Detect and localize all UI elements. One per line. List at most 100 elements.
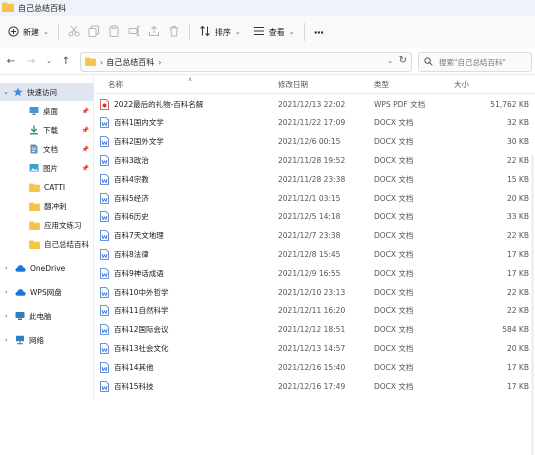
file-type: DOCX 文档: [374, 231, 414, 241]
copy-button[interactable]: [84, 20, 104, 44]
rename-button[interactable]: [124, 20, 144, 44]
file-row[interactable]: 百科4宗教 2021/11/28 23:38 DOCX 文档 15 KB: [94, 170, 535, 188]
pin-icon: 📌: [81, 145, 89, 153]
scissors-icon: [68, 25, 80, 39]
folder-icon: [29, 182, 40, 192]
sidebar-item[interactable]: 应用文练习: [0, 216, 93, 234]
chevron-right-icon[interactable]: ›: [5, 288, 13, 296]
sidebar-item-label: 桌面: [43, 106, 58, 116]
view-button[interactable]: 查看 ⌄: [249, 20, 299, 44]
file-row[interactable]: 百科10中外哲学 2021/12/10 23:13 DOCX 文档 22 KB: [94, 283, 535, 301]
file-size: 51,762 KB: [490, 99, 529, 109]
cloud-icon: [15, 264, 26, 273]
sidebar-item[interactable]: › WPS网盘: [0, 283, 93, 301]
file-row[interactable]: 百科12国际会议 2021/12/12 18:51 DOCX 文档 584 KB: [94, 321, 535, 339]
sort-button[interactable]: 排序 ⌄: [195, 20, 245, 44]
file-row[interactable]: 百科5经济 2021/12/1 03:15 DOCX 文档 20 KB: [94, 189, 535, 207]
file-row[interactable]: 百科15科技 2021/12/16 17:49 DOCX 文档 17 KB: [94, 377, 535, 395]
sidebar-item[interactable]: › 此电脑: [0, 307, 93, 325]
network-icon: [15, 335, 25, 345]
file-row[interactable]: 百科3政治 2021/11/28 19:52 DOCX 文档 22 KB: [94, 151, 535, 169]
file-row[interactable]: 百科11自然科学 2021/12/11 16:20 DOCX 文档 22 KB: [94, 302, 535, 320]
paste-button[interactable]: [104, 20, 124, 44]
more-icon: ···: [313, 25, 325, 39]
sidebar-item[interactable]: › OneDrive: [0, 259, 93, 277]
sidebar-item[interactable]: 翻冲刺: [0, 197, 93, 215]
folder-icon: [2, 2, 14, 14]
sidebar-item[interactable]: 自己总结百科: [0, 235, 93, 253]
column-header-name[interactable]: 名称: [108, 75, 123, 93]
divider: [303, 23, 305, 41]
file-name-cell: 百科9神话成语: [100, 264, 164, 282]
column-header-date[interactable]: 修改日期: [278, 75, 308, 93]
file-name: 百科7天文地理: [114, 231, 164, 241]
back-button[interactable]: ←: [4, 54, 18, 68]
chevron-right-icon[interactable]: ›: [5, 312, 13, 320]
sidebar-item[interactable]: CATTI: [0, 178, 93, 196]
file-size: 32 KB: [507, 118, 529, 128]
search-box[interactable]: [418, 52, 532, 72]
up-button[interactable]: ↑: [59, 54, 73, 68]
file-row[interactable]: 百科13社会文化 2021/12/13 14:57 DOCX 文档 20 KB: [94, 339, 535, 357]
chevron-down-icon: ⌄: [43, 28, 49, 36]
cut-button[interactable]: [64, 20, 84, 44]
star-icon: [13, 87, 23, 97]
file-type: DOCX 文档: [374, 212, 414, 222]
file-type: DOCX 文档: [374, 155, 414, 165]
sidebar-item[interactable]: 文档 📌: [0, 140, 93, 158]
file-size: 20 KB: [507, 343, 529, 353]
breadcrumb[interactable]: 自己总结百科: [106, 57, 154, 68]
chevron-down-icon[interactable]: ⌄: [3, 88, 11, 96]
folder-icon: [29, 201, 40, 211]
sidebar-item-label: 文档: [43, 144, 58, 154]
search-input[interactable]: [437, 56, 531, 68]
file-name: 百科14其他: [114, 362, 154, 372]
file-row[interactable]: 百科2国外文学 2021/12/6 00:15 DOCX 文档 30 KB: [94, 133, 535, 151]
divider: [188, 23, 190, 41]
docx-icon: [100, 192, 109, 204]
file-row[interactable]: 百科1国内文学 2021/11/22 17:09 DOCX 文档 32 KB: [94, 114, 535, 132]
chevron-down-icon: ⌄: [288, 28, 295, 36]
file-row[interactable]: 百科14其他 2021/12/16 15:40 DOCX 文档 17 KB: [94, 358, 535, 376]
refresh-icon[interactable]: ↻: [399, 55, 407, 66]
file-row[interactable]: 2022最后的礼物-百科名解 2021/12/13 22:02 WPS PDF 文档…: [94, 95, 535, 113]
address-bar[interactable]: › 自己总结百科 › ⌄ ↻: [80, 52, 412, 72]
sidebar-item-label: 下载: [43, 125, 58, 135]
recent-button[interactable]: ⌄: [42, 54, 56, 68]
docx-icon: [100, 154, 109, 166]
chevron-right-icon[interactable]: ›: [5, 264, 13, 272]
more-button[interactable]: ···: [310, 20, 328, 44]
sidebar-item[interactable]: 桌面 📌: [0, 102, 93, 120]
column-header-size[interactable]: 大小: [454, 75, 469, 93]
new-button[interactable]: 新建 ⌄: [4, 20, 53, 44]
sidebar-item[interactable]: 下载 📌: [0, 121, 93, 139]
pin-icon: 📌: [81, 164, 89, 172]
delete-button[interactable]: [164, 20, 184, 44]
chevron-down-icon[interactable]: ⌄: [387, 57, 393, 65]
file-row[interactable]: 百科7天文地理 2021/12/7 23:38 DOCX 文档 22 KB: [94, 227, 535, 245]
sidebar-item[interactable]: ⌄ 快速访问: [0, 83, 93, 101]
file-name-cell: 百科11自然科学: [100, 302, 169, 320]
window-title: 自己总结百科: [18, 3, 66, 13]
file-type: DOCX 文档: [374, 249, 414, 259]
chevron-right-icon: ›: [100, 57, 104, 67]
docx-icon: [100, 361, 109, 373]
column-header-type[interactable]: 类型: [374, 75, 389, 93]
picture-icon: [29, 163, 39, 173]
chevron-down-icon: ⌄: [234, 28, 241, 36]
sidebar-item[interactable]: 图片 📌: [0, 159, 93, 177]
docx-icon: [100, 136, 109, 147]
file-row[interactable]: 百科9神话成语 2021/12/9 16:55 DOCX 文档 17 KB: [94, 264, 535, 282]
file-size: 20 KB: [507, 193, 529, 203]
file-name-cell: 2022最后的礼物-百科名解: [100, 95, 203, 113]
chevron-right-icon[interactable]: ›: [5, 336, 13, 344]
chevron-right-icon: ›: [158, 57, 162, 67]
share-button[interactable]: [144, 20, 164, 44]
file-row[interactable]: 百科8法律 2021/12/8 15:45 DOCX 文档 17 KB: [94, 245, 535, 263]
docx-icon: [100, 380, 109, 392]
pin-icon: 📌: [81, 126, 89, 134]
file-row[interactable]: 百科6历史 2021/12/5 14:18 DOCX 文档 33 KB: [94, 208, 535, 226]
sidebar-item[interactable]: › 网络: [0, 331, 93, 349]
forward-button[interactable]: →: [24, 54, 38, 68]
file-name: 百科10中外哲学: [114, 287, 169, 297]
